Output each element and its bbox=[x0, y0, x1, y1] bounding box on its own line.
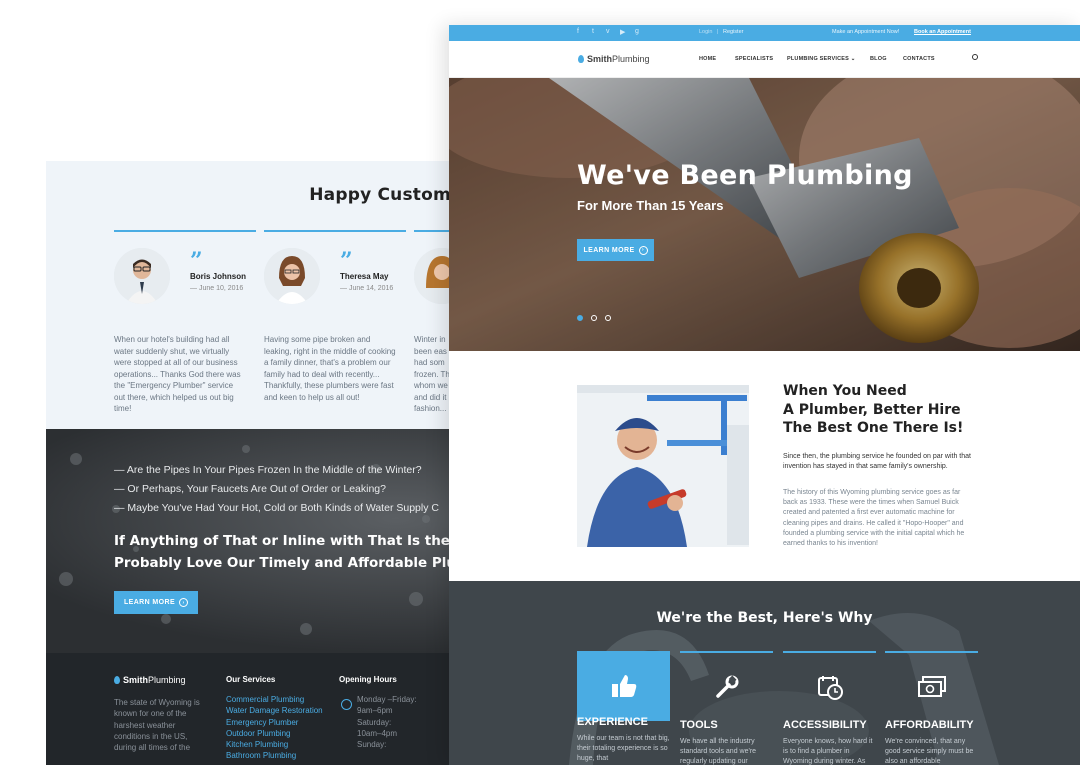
hero-learn-more-button[interactable]: LEARN MORE › bbox=[577, 239, 654, 261]
search-icon[interactable] bbox=[972, 54, 978, 60]
back-page-preview: Happy Customers Speak Out ” Boris Johnso… bbox=[46, 161, 450, 765]
nav-item-home[interactable]: HOME bbox=[699, 56, 716, 62]
footer-service-link[interactable]: Outdoor Plumbing bbox=[226, 728, 323, 739]
feature-experience: EXPERIENCE While our team is not that bi… bbox=[577, 651, 670, 765]
testimonials-title: Happy Customers Speak Out bbox=[309, 185, 450, 205]
testimonial-card: ” Boris Johnson — June 10, 2016 When our… bbox=[114, 230, 256, 415]
feature-text: We have all the industry standard tools … bbox=[680, 738, 757, 765]
slider-dot[interactable] bbox=[605, 315, 611, 321]
about-lead: Since then, the plumbing service he foun… bbox=[783, 453, 971, 470]
footer-service-link[interactable]: Kitchen Plumbing bbox=[226, 739, 323, 750]
hero-wrench-image bbox=[449, 78, 1080, 351]
nav-item-contacts[interactable]: CONTACTS bbox=[903, 56, 935, 62]
footer-hours-title: Opening Hours bbox=[339, 675, 397, 684]
footer: Smith Plumbing The state of Wyoming is kno… bbox=[46, 653, 450, 765]
promo-question: — Maybe You've Had Your Hot, Cold or Bot… bbox=[114, 502, 439, 514]
testimonial-text: Winter in been eas had som frozen. Th whom w… bbox=[414, 335, 450, 413]
footer-service-link[interactable]: Water Damage Restoration bbox=[226, 705, 323, 716]
avatar bbox=[264, 248, 320, 304]
testimonial-card: Winter in been eas had som frozen. Th whom w… bbox=[414, 230, 450, 415]
learn-more-button[interactable]: LEARN MORE › bbox=[114, 591, 198, 614]
slider-dot-active[interactable] bbox=[577, 315, 583, 321]
appointment-text: Make an Appointment Now! bbox=[832, 29, 900, 35]
quote-icon: ” bbox=[190, 248, 203, 274]
feature-accessibility: ACCESSIBILITY Everyone knows, how hard i… bbox=[783, 651, 876, 765]
youtube-icon[interactable]: ▶ bbox=[620, 28, 625, 36]
promo-headline: Probably Love Our Timely and Affordable … bbox=[114, 555, 450, 571]
feature-tools: TOOLS We have all the industry standard … bbox=[680, 651, 773, 765]
testimonial-name: Theresa May bbox=[340, 272, 389, 281]
footer-service-link[interactable]: Bathroom Plumbing bbox=[226, 750, 323, 761]
footer-services: Our Services Commercial Plumbing Water D… bbox=[226, 675, 323, 762]
water-drop-icon bbox=[578, 55, 584, 63]
hero-slider: We've Been Plumbing For More Than 15 Yea… bbox=[449, 78, 1080, 351]
google-plus-icon[interactable]: g bbox=[635, 28, 639, 35]
testimonial-text: When our hotel's building had all water … bbox=[114, 335, 241, 413]
footer-about: Smith Plumbing The state of Wyoming is kno… bbox=[114, 675, 212, 753]
twitter-icon[interactable]: t bbox=[592, 28, 594, 35]
footer-service-link[interactable]: Emergency Plumber bbox=[226, 717, 323, 728]
front-page-preview: f t v ▶ g Login | Register Make an Appoi… bbox=[449, 25, 1080, 765]
about-heading: When You Need A Plumber, Better Hire The B… bbox=[783, 383, 964, 436]
arrow-right-icon: › bbox=[179, 598, 189, 607]
feature-title: EXPERIENCE bbox=[577, 716, 648, 728]
feature-title: ACCESSIBILITY bbox=[783, 719, 867, 731]
register-link[interactable]: Register bbox=[723, 29, 743, 35]
feature-affordability: AFFORDABILITY We're convinced, that any … bbox=[885, 651, 978, 765]
why-title: We're the Best, Here's Why bbox=[656, 610, 873, 626]
testimonial-card: ” Theresa May — June 14, 2016 Having som… bbox=[264, 230, 406, 403]
nav-item-plumbing-services[interactable]: PLUMBING SERVICES ⌄ bbox=[787, 56, 856, 62]
footer-logo[interactable]: Smith Plumbing bbox=[114, 675, 212, 685]
footer-services-title: Our Services bbox=[226, 675, 276, 684]
chevron-down-icon: ⌄ bbox=[850, 56, 856, 62]
avatar bbox=[414, 248, 450, 304]
feature-text: While our team is not that big, their to… bbox=[577, 735, 670, 763]
promo-question: — Are the Pipes In Your Pipes Frozen In … bbox=[114, 464, 422, 476]
testimonials-section: Happy Customers Speak Out ” Boris Johnso… bbox=[46, 161, 450, 429]
hero-subtitle: For More Than 15 Years bbox=[577, 198, 724, 213]
money-icon bbox=[885, 653, 978, 721]
testimonial-date: — June 14, 2016 bbox=[340, 285, 394, 292]
promo-question: — Or Perhaps, Your Faucets Are Out of Or… bbox=[114, 483, 386, 495]
thumbs-up-icon bbox=[577, 651, 670, 721]
water-drop-icon bbox=[114, 676, 120, 684]
slider-dot[interactable] bbox=[591, 315, 597, 321]
arrow-right-icon: › bbox=[638, 245, 648, 255]
book-appointment-link[interactable]: Book an Appointment bbox=[914, 29, 971, 35]
login-link[interactable]: Login bbox=[699, 29, 712, 35]
wrench-icon bbox=[680, 653, 773, 721]
main-nav: Smith Plumbing HOME SPECIALISTS PLUMBING … bbox=[449, 41, 1080, 78]
about-body: The history of this Wyoming plumbing ser… bbox=[783, 489, 965, 548]
footer-hours: Opening Hours Monday –Friday: 9am–6pm Satu… bbox=[339, 675, 417, 750]
calendar-clock-icon bbox=[783, 653, 876, 721]
quote-icon: ” bbox=[340, 248, 353, 274]
facebook-icon[interactable]: f bbox=[577, 28, 579, 35]
feature-text: We're convinced, that any good service s… bbox=[885, 738, 974, 765]
promo-section: — Are the Pipes In Your Pipes Frozen In … bbox=[46, 429, 450, 653]
testimonial-text: Having some pipe broken and leaking, rig… bbox=[264, 335, 396, 402]
vimeo-icon[interactable]: v bbox=[606, 28, 610, 35]
feature-title: AFFORDABILITY bbox=[885, 719, 974, 731]
testimonial-date: — June 10, 2016 bbox=[190, 285, 244, 292]
top-bar: f t v ▶ g Login | Register Make an Appoi… bbox=[449, 25, 1080, 41]
feature-text: Everyone knows, how hard it is to find a… bbox=[783, 738, 873, 765]
nav-item-blog[interactable]: BLOG bbox=[870, 56, 887, 62]
avatar bbox=[114, 248, 170, 304]
nav-item-specialists[interactable]: SPECIALISTS bbox=[735, 56, 773, 62]
about-section: When You Need A Plumber, Better Hire The B… bbox=[449, 351, 1080, 581]
promo-headline: If Anything of That or Inline with That … bbox=[114, 533, 450, 549]
testimonial-name: Boris Johnson bbox=[190, 272, 247, 281]
footer-service-link[interactable]: Commercial Plumbing bbox=[226, 694, 323, 705]
feature-title: TOOLS bbox=[680, 719, 718, 731]
plumber-photo bbox=[577, 385, 749, 547]
why-section: We're the Best, Here's Why EXPERIENCE Wh… bbox=[449, 581, 1080, 765]
hero-title: We've Been Plumbing bbox=[577, 160, 913, 191]
site-logo[interactable]: Smith Plumbing bbox=[578, 54, 650, 64]
clock-icon bbox=[341, 699, 352, 710]
